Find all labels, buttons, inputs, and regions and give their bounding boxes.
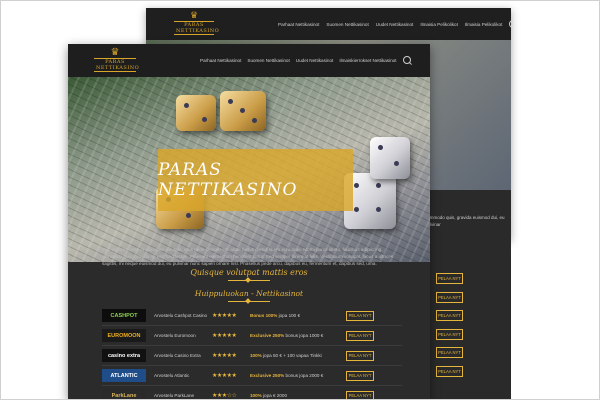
rating-stars: ★★★★★ [212,353,237,359]
table-row: CASHPOT Arvostelu Cashpot Casino ★★★★★ B… [102,306,402,326]
hero-title: PARAS NETTIKASINO [158,160,298,200]
casino-name[interactable]: Arvostelu ParkLane [154,393,212,398]
table-row: ParkLane Arvostelu ParkLane ★★★☆☆ 100% j… [102,386,402,400]
rating-stars: ★★★★★ [212,333,237,339]
casino-logo[interactable]: CASHPOT [102,309,146,322]
front-header: ♛ PARAS NETTIKASINO Parhaat Nettikasinot… [68,44,430,77]
nav-item[interactable]: Ilmaiskierrokset Nettikasinot [339,58,396,63]
dice-image [220,91,266,131]
search-icon[interactable] [509,20,511,28]
main-nav: Parhaat Nettikasinot Suomen Nettikasinot… [200,56,411,64]
casino-name[interactable]: Arvostelu Cashpot Casino [154,313,212,318]
back-nav-item[interactable]: Ilmaisia Pelikolikot [465,22,503,27]
crown-icon: ♛ [189,11,199,21]
back-button-column: PELAA NYT PELAA NYT PELAA NYT PELAA NYT … [436,273,463,384]
bonus-text: Bonus 100% jopa 100 € [250,313,301,318]
casino-logo[interactable]: EUROMOON [102,329,146,342]
hero-banner: PARAS NETTIKASINO [68,77,430,262]
back-header: ♛ PARAS NETTIKASINO Parhaat Nettikasinot… [146,8,511,40]
casino-logo[interactable]: casino extra [102,349,146,362]
rating-stars: ★★★☆☆ [212,393,237,399]
play-button[interactable]: PELAA NYT [436,310,463,321]
casino-logo[interactable]: ParkLane [102,389,146,400]
back-nav-item[interactable]: Ilmaisia Pelikolikot [420,22,458,27]
casino-table: CASHPOT Arvostelu Cashpot Casino ★★★★★ B… [102,306,402,400]
front-window: ♛ PARAS NETTIKASINO Parhaat Nettikasinot… [68,44,430,400]
play-button[interactable]: PELAA NYT [436,328,463,340]
back-side-text: commodo quis, gravida euismod dui, eu pu… [425,215,505,227]
play-button[interactable]: PELAA NYT [436,291,463,303]
table-row: casino extra Arvostelu Casino Extra ★★★★… [102,346,402,366]
intro-text: Sed egestas, ante et vulputate volutpat,… [102,247,394,267]
front-logo-text: PARAS NETTIKASINO [94,58,140,72]
bonus-text: 100% jopa € 2000 [250,393,288,398]
table-row: ATLANTIC Arvostelu Atlantic ★★★★★ Exclus… [102,366,402,386]
back-nav-item[interactable]: Suomen Nettikasinot [326,22,368,27]
back-nav-item[interactable]: Parhaat Nettikasinot [278,22,319,27]
back-nav-item[interactable]: Uudet Nettikasinot [376,22,414,27]
nav-item[interactable]: Suomen Nettikasinot [247,58,289,63]
casino-name[interactable]: Arvostelu Euromoon [154,333,212,338]
section-title: Huippuluokan - Nettikasinot [194,289,304,298]
section-divider [228,301,270,302]
bonus-text: Exclusive 250% bonus jopa 1000 € [250,333,324,338]
nav-item[interactable]: Uudet Nettikasinot [296,58,334,63]
play-button[interactable]: PELAA NYT [436,347,463,358]
front-logo[interactable]: ♛ PARAS NETTIKASINO [94,47,140,72]
play-button[interactable]: PELAA NYT [346,350,374,361]
search-icon[interactable] [402,56,411,64]
rating-stars: ★★★★★ [212,373,237,379]
section-divider [228,280,270,281]
rating-stars: ★★★★★ [212,313,237,319]
casino-name[interactable]: Arvostelu Casino Extra [154,353,212,358]
play-button[interactable]: PELAA NYT [436,273,463,284]
back-logo-text: PARAS NETTIKASINO [174,21,220,35]
casino-logo[interactable]: ATLANTIC [102,369,146,382]
dice-image [370,137,410,179]
section-title: Quisque volutpat mattis eros [190,268,308,277]
bonus-text: Exclusive 250% bonus jopa 2000 € [250,373,324,378]
table-row: EUROMOON Arvostelu Euromoon ★★★★★ Exclus… [102,326,402,346]
play-button[interactable]: PELAA NYT [346,370,374,381]
crown-icon: ♛ [110,47,120,58]
casino-name[interactable]: Arvostelu Atlantic [154,373,212,378]
bonus-text: 100% jopa 50 € + 100 vapaa Tinkki [250,353,322,358]
play-button[interactable]: PELAA NYT [346,310,374,321]
play-button[interactable]: PELAA NYT [346,390,374,400]
hero-title-box: PARAS NETTIKASINO [158,149,353,211]
back-nav: Parhaat Nettikasinot Suomen Nettikasinot… [278,20,511,28]
nav-item[interactable]: Parhaat Nettikasinot [200,58,241,63]
back-logo[interactable]: ♛ PARAS NETTIKASINO [174,11,220,35]
play-button[interactable]: PELAA NYT [436,365,463,377]
play-button[interactable]: PELAA NYT [346,330,374,341]
dice-image [176,95,216,131]
